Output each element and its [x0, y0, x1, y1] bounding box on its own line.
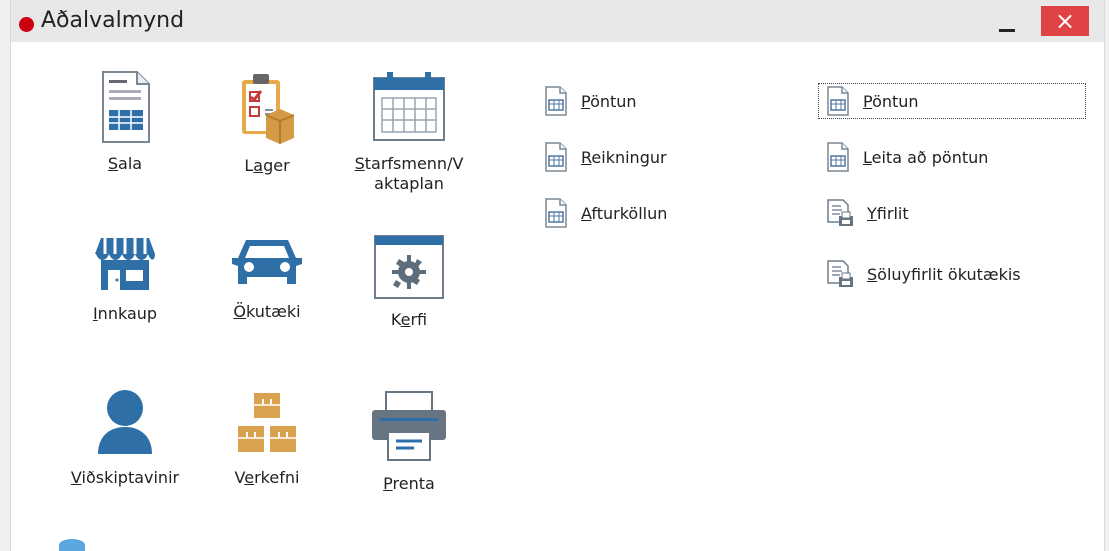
app-label-prenta: Prenta [383, 474, 435, 493]
document-icon [545, 142, 567, 172]
user-icon [98, 390, 152, 454]
app-lager[interactable]: Lager [207, 70, 327, 176]
app-label-okutaeki: Ökutæki [233, 302, 301, 321]
middle-link-label-afturkollun: Afturköllun [581, 203, 668, 223]
app-label-sala: Sala [107, 154, 143, 173]
document-icon [827, 86, 849, 116]
calendar-icon [373, 72, 445, 141]
store-icon [95, 238, 155, 290]
report-print-icon [827, 199, 853, 226]
document-icon [827, 142, 849, 172]
right-link-label-pontun: Pöntun [863, 91, 919, 111]
printer-icon [372, 391, 446, 461]
app-verkefni[interactable]: Verkefni [207, 388, 327, 488]
middle-link-reikningur[interactable]: Reikningur [543, 142, 667, 172]
app-label-innkaup: Innkaup [92, 304, 158, 323]
right-link-label-leita: Leita að pöntun [863, 147, 989, 167]
middle-link-label-reikningur: Reikningur [581, 147, 667, 167]
app-label-verkefni: Verkefni [234, 468, 300, 487]
title-bar: Aðalvalmynd × [11, 0, 1104, 42]
app-vidskiptavinir[interactable]: Viðskiptavinir [65, 388, 185, 488]
right-link-soluyfirlit[interactable]: Söluyfirlit ökutækis [825, 259, 1021, 289]
order-document-icon [102, 71, 150, 143]
window-title: Aðalvalmynd [41, 8, 185, 33]
app-prenta[interactable]: Prenta [349, 388, 469, 494]
app-label-vidskiptavinir: Viðskiptavinir [70, 468, 180, 487]
middle-link-pontun[interactable]: Pöntun [543, 86, 637, 116]
right-link-label-soluyfirlit: Söluyfirlit ökutækis [867, 264, 1021, 284]
settings-window-icon [374, 235, 444, 299]
app-sala[interactable]: Sala [65, 70, 185, 174]
right-link-pontun[interactable]: Pöntun [818, 83, 1086, 119]
boxes-icon [238, 393, 296, 452]
right-link-label-yfirlit: Yfirlit [867, 203, 909, 223]
close-button[interactable]: × [1041, 6, 1089, 36]
app-status-dot [19, 17, 34, 32]
main-menu-window: Aðalvalmynd × Sala Lager Starfsmenn/V ak… [10, 0, 1105, 551]
app-innkaup[interactable]: Innkaup [65, 234, 185, 324]
app-label-lager: Lager [244, 156, 290, 175]
car-icon [232, 240, 302, 284]
document-icon [545, 86, 567, 116]
inventory-clipboard-icon [242, 74, 295, 144]
document-icon [545, 198, 567, 228]
middle-link-label-pontun: Pöntun [581, 91, 637, 111]
partial-app-icon[interactable] [59, 539, 85, 551]
app-kerfi[interactable]: Kerfi [349, 234, 469, 330]
report-print-icon [827, 260, 853, 287]
middle-link-afturkollun[interactable]: Afturköllun [543, 198, 667, 228]
right-link-yfirlit[interactable]: Yfirlit [825, 198, 909, 228]
app-okutaeki[interactable]: Ökutæki [207, 234, 327, 322]
minimize-button[interactable] [991, 14, 1021, 38]
right-link-leita[interactable]: Leita að pöntun [825, 142, 988, 172]
close-icon: × [1054, 7, 1076, 35]
app-starfsmenn[interactable]: Starfsmenn/V aktaplan [349, 70, 469, 194]
app-label-starfsmenn: Starfsmenn/V aktaplan [354, 154, 464, 193]
app-label-kerfi: Kerfi [390, 310, 428, 329]
